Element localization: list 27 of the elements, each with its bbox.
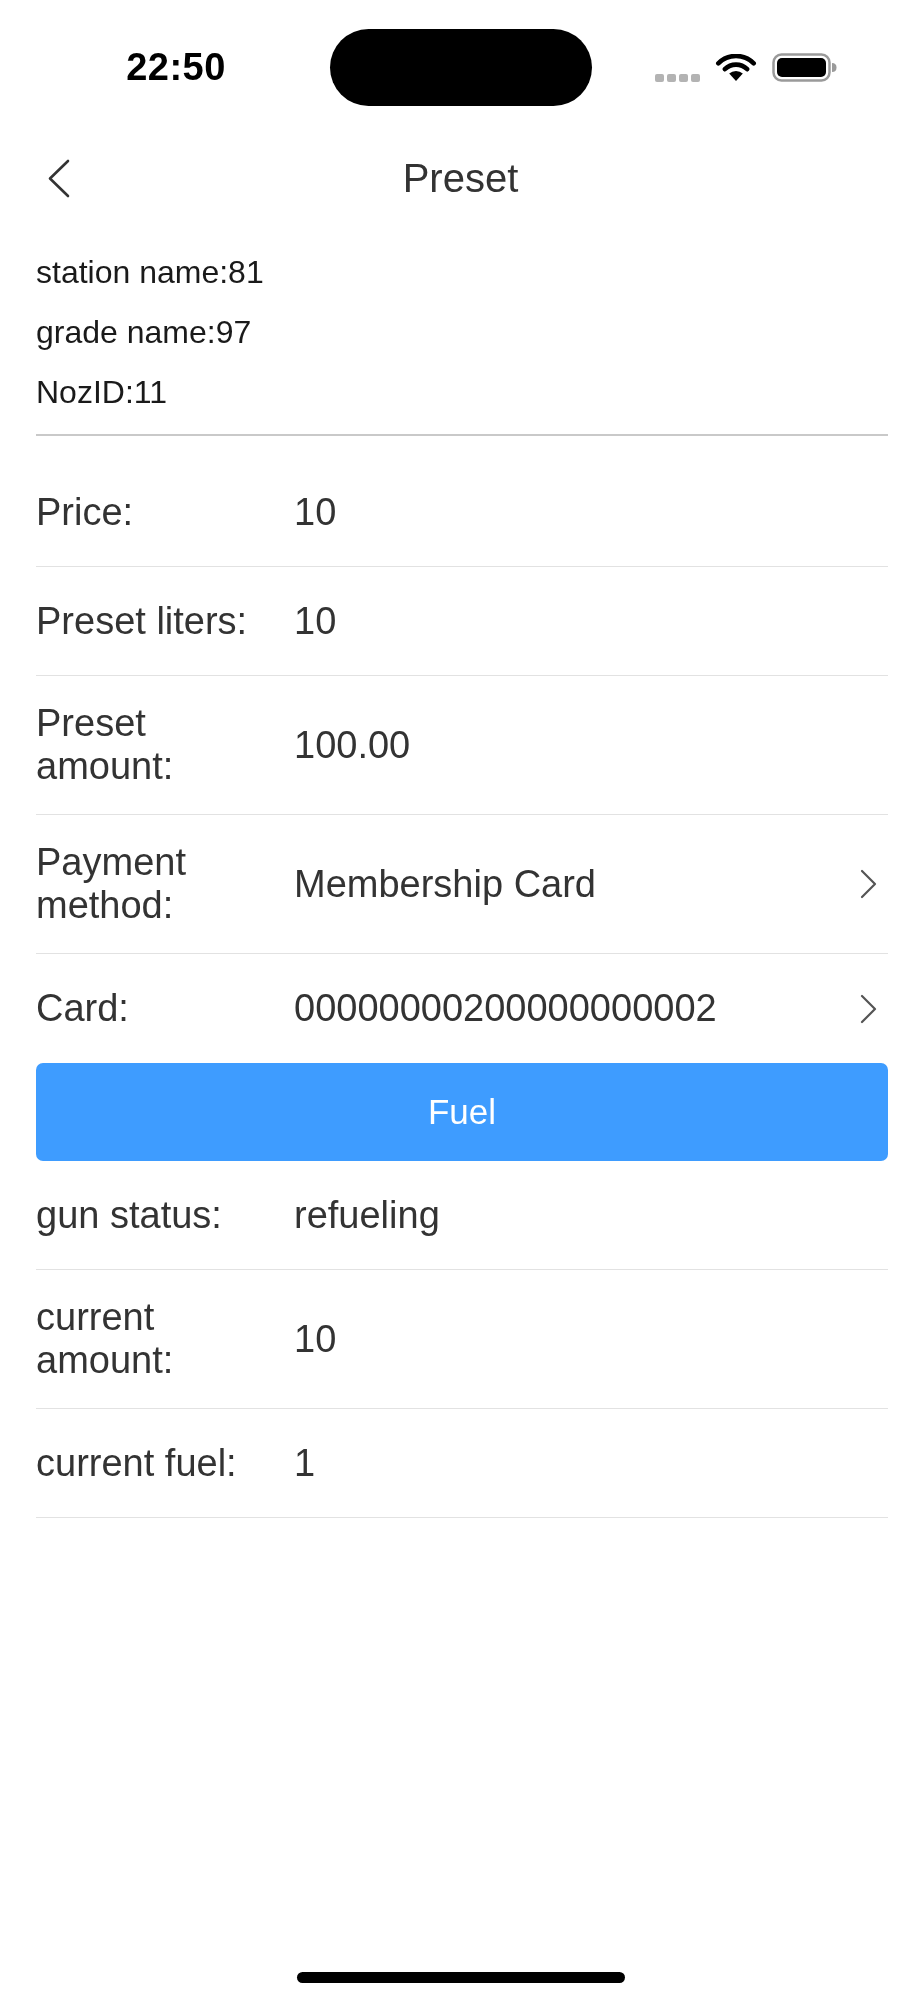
clock-time: 22:50	[126, 46, 226, 89]
select-value[interactable]: 00000000200000000002	[294, 987, 717, 1030]
chevron-right-icon[interactable]	[860, 869, 877, 899]
field-label: current fuel:	[36, 1441, 237, 1485]
wifi-icon	[715, 53, 757, 82]
info-text: station name:81	[36, 253, 264, 292]
field-label: current amount:	[36, 1296, 175, 1382]
field-value: 10	[294, 490, 337, 534]
select-value[interactable]: Membership Card	[294, 862, 596, 906]
field-value: 1	[294, 1441, 316, 1485]
battery-icon	[772, 53, 837, 82]
field-value: 10	[294, 599, 337, 643]
field-label: Payment method:	[36, 841, 187, 927]
field-value: refueling	[294, 1193, 440, 1237]
field-value: 100.00	[294, 723, 411, 767]
info-text: NozID:11	[36, 373, 167, 412]
back-icon[interactable]	[47, 158, 70, 198]
chevron-right-icon[interactable]	[860, 993, 877, 1024]
field-label: gun status:	[36, 1193, 222, 1237]
field-label: Card:	[36, 987, 129, 1030]
signal-icon	[655, 73, 700, 82]
page-title: Preset	[402, 155, 519, 201]
field-value: 10	[294, 1317, 337, 1361]
field-label: Preset amount:	[36, 702, 175, 788]
field-label: Preset liters:	[36, 599, 248, 643]
info-text: grade name:97	[36, 313, 252, 352]
field-label: Price:	[36, 490, 134, 534]
